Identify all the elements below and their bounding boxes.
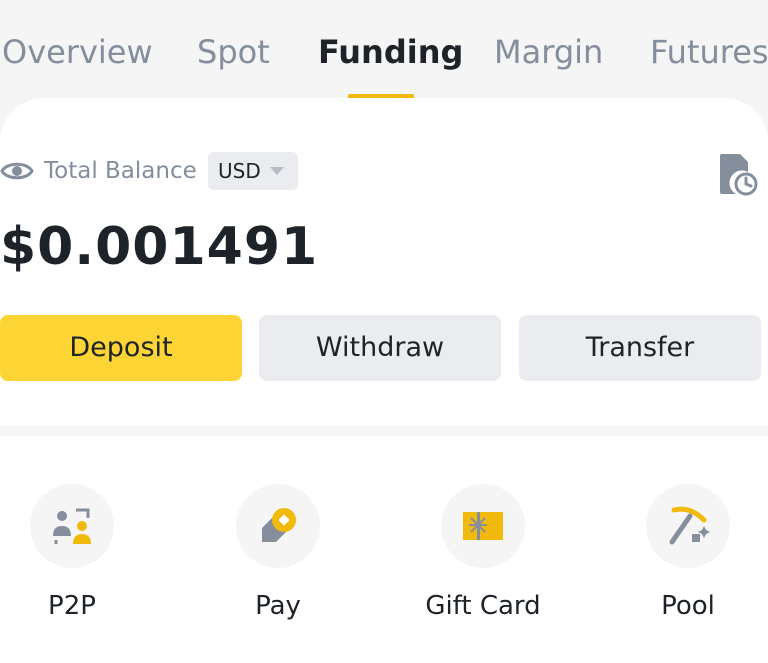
shortcut-grid: P2P Pay Gift Card Pool xyxy=(0,436,768,663)
p2p-icon-bg xyxy=(30,484,114,568)
pool-icon xyxy=(669,506,710,545)
currency-value: USD xyxy=(218,159,261,183)
history-icon[interactable] xyxy=(718,152,758,198)
tab-overview[interactable]: Overview xyxy=(2,30,153,74)
withdraw-button[interactable]: Withdraw xyxy=(259,315,501,381)
section-divider xyxy=(0,426,768,436)
tab-spot[interactable]: Spot xyxy=(197,30,270,74)
shortcut-label-p2p: P2P xyxy=(48,591,96,621)
pool-icon-bg xyxy=(646,484,730,568)
tab-futures[interactable]: Futures xyxy=(650,30,768,74)
transfer-button[interactable]: Transfer xyxy=(519,315,761,381)
gift-card-icon-bg xyxy=(441,484,525,568)
shortcut-pay[interactable]: Pay xyxy=(208,484,348,634)
gift-card-icon xyxy=(463,512,503,540)
shortcut-label-gift-card: Gift Card xyxy=(425,591,541,621)
pay-icon xyxy=(262,508,296,542)
eye-icon[interactable] xyxy=(0,158,34,184)
shortcut-p2p[interactable]: P2P xyxy=(2,484,142,634)
pay-icon-bg xyxy=(236,484,320,568)
shortcut-pool[interactable]: Pool xyxy=(618,484,758,634)
deposit-button[interactable]: Deposit xyxy=(0,315,242,381)
p2p-icon xyxy=(53,508,91,544)
total-balance-value: $0.001491 xyxy=(0,217,319,277)
currency-select[interactable]: USD xyxy=(208,152,298,190)
shortcut-label-pool: Pool xyxy=(661,591,715,621)
balance-header: Total Balance USD xyxy=(0,152,768,190)
tab-funding[interactable]: Funding xyxy=(318,30,463,74)
tab-bar: Overview Spot Funding Margin Futures xyxy=(0,0,768,100)
shortcut-gift-card[interactable]: Gift Card xyxy=(413,484,553,634)
caret-down-icon xyxy=(270,167,284,175)
shortcut-label-pay: Pay xyxy=(255,591,301,621)
total-balance-label: Total Balance xyxy=(44,158,197,184)
tab-margin[interactable]: Margin xyxy=(494,30,603,74)
